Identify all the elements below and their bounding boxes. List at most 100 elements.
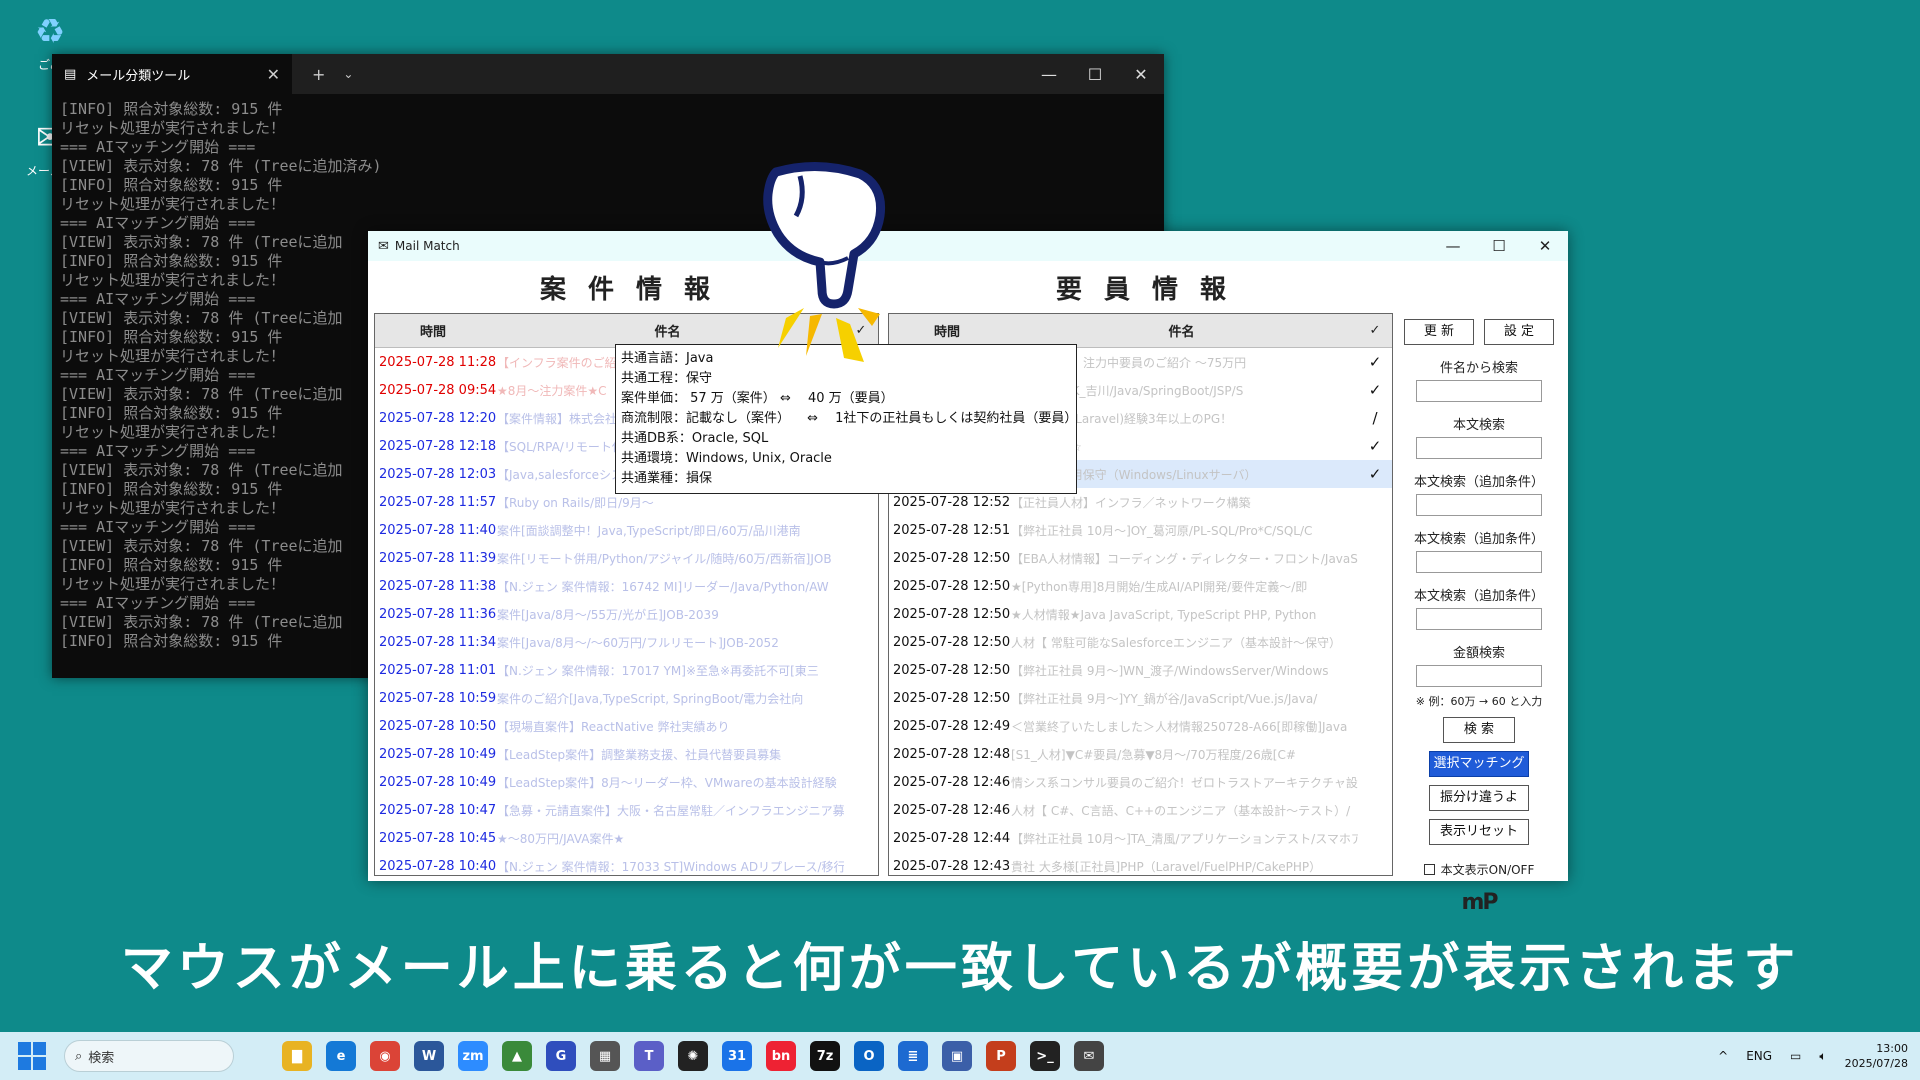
- search-button[interactable]: 検 索: [1443, 717, 1515, 743]
- bn-icon[interactable]: bn: [766, 1041, 796, 1071]
- col-subject[interactable]: 件名: [1005, 321, 1358, 340]
- wrong-sort-button[interactable]: 振分け違うよ: [1429, 785, 1529, 811]
- caption: マウスがメール上に乗ると何が一致しているが概要が表示されます: [120, 939, 1800, 999]
- row-subject: 【EBA人材情報】コーディング・ディレクター・フロント/JavaScript: [1011, 551, 1358, 566]
- checkbox[interactable]: [1423, 864, 1435, 875]
- minimize-button[interactable]: —: [1026, 65, 1072, 84]
- table-row[interactable]: 2025-07-28 11:34 案件[Java/8月～/～60万円/フルリモート…: [375, 628, 878, 656]
- chevron-down-icon[interactable]: ⌄: [343, 67, 353, 81]
- row-time: 2025-07-28 10:49: [379, 746, 497, 762]
- table-row[interactable]: 2025-07-28 10:49 【LeadStep案件】調整業務支援、社員代替要…: [375, 740, 878, 768]
- table-row[interactable]: 2025-07-28 12:46 情シス系コンサル要員のご紹介！ゼロトラストアーキ…: [889, 768, 1392, 796]
- body-extra-label-3: 本文検索（追加条件）: [1413, 589, 1544, 604]
- table-row[interactable]: 2025-07-28 10:40 【N.ジェン 案件情報：17033 ST]Win…: [375, 852, 878, 875]
- table-row[interactable]: 2025-07-28 10:45 ★～80万円/JAVA案件★: [375, 824, 878, 852]
- table-row[interactable]: 2025-07-28 12:48 [S1_人材]▼C#要員/急募▼8月～/70万程…: [889, 740, 1392, 768]
- table-row[interactable]: 2025-07-28 12:51 【弊社正社員 10月～]OY_葛河原/PL-SQ…: [889, 516, 1392, 544]
- table-row[interactable]: 2025-07-28 11:38 【N.ジェン 案件情報：16742 MI]リーダ…: [375, 572, 878, 600]
- reset-view-button[interactable]: 表示リセット: [1429, 819, 1529, 845]
- table-row[interactable]: 2025-07-28 12:50 【弊社正社員 9月～]WN_渡子/Windows…: [889, 656, 1392, 684]
- terminal-line: リセット処理が実行されました！: [60, 195, 286, 213]
- body-extra-input-3[interactable]: [1416, 608, 1542, 630]
- table-row[interactable]: 2025-07-28 12:50 【弊社正社員 9月～]YY_鍋が谷/JavaSc…: [889, 684, 1392, 712]
- table-row[interactable]: 2025-07-28 10:59 案件のご紹介[Java,TypeScript, …: [375, 684, 878, 712]
- maximize-button[interactable]: ☐: [1072, 65, 1118, 84]
- taskbar: ⌕ 検索 ▇ e ◉ Wzm ▲ G ▦ T ✺ 31 bn 7z O ≣ ▣ P >_ ✉ ^ ENG ▭ 🔈︎…: [0, 1032, 1920, 1080]
- system-tray: ^ ENG ▭ 🔈︎ 13:00 2025/07/28: [1718, 1032, 1908, 1080]
- terminal-line: [VIEW] 表示対象: 78 件 (Treeに追加済み): [60, 157, 382, 175]
- row-time: 2025-07-28 10:49: [379, 774, 497, 790]
- windows-start-icon[interactable]: [18, 1042, 46, 1070]
- col-time[interactable]: 時間: [375, 321, 491, 340]
- edge-icon[interactable]: e: [326, 1041, 356, 1071]
- refresh-button[interactable]: 更 新: [1404, 319, 1474, 345]
- chrome-icon[interactable]: ◉: [370, 1041, 400, 1071]
- network-icon[interactable]: ▭: [1790, 1049, 1801, 1063]
- close-button[interactable]: ✕: [1522, 237, 1568, 255]
- calculator-icon[interactable]: ▦: [590, 1041, 620, 1071]
- terminal-icon[interactable]: >_: [1030, 1041, 1060, 1071]
- table-row[interactable]: 2025-07-28 12:49 ＜営業終了いたしました＞人材情報250728-A…: [889, 712, 1392, 740]
- taskbar-search[interactable]: ⌕ 検索: [64, 1040, 234, 1072]
- close-button[interactable]: ✕: [1118, 65, 1164, 84]
- close-tab-icon[interactable]: ✕: [267, 65, 280, 84]
- calendar-icon[interactable]: 31: [722, 1041, 752, 1071]
- word-icon[interactable]: W: [414, 1041, 444, 1071]
- game-icon[interactable]: ▲: [502, 1041, 532, 1071]
- body-toggle[interactable]: 本文表示ON/OFF: [1404, 861, 1554, 878]
- clock-date: 2025/07/28: [1844, 1057, 1908, 1070]
- row-time: 2025-07-28 10:50: [379, 718, 497, 734]
- 7zip-icon[interactable]: 7z: [810, 1041, 840, 1071]
- select-match-button[interactable]: 選択マッチング: [1429, 751, 1529, 777]
- table-row[interactable]: 2025-07-28 12:50 ★人材情報★Java JavaScript, T…: [889, 600, 1392, 628]
- table-row[interactable]: 2025-07-28 12:50 【EBA人材情報】コーディング・ディレクター・フ…: [889, 544, 1392, 572]
- speaker-icon[interactable]: 🔈︎: [1819, 1049, 1826, 1064]
- row-time: 2025-07-28 11:57: [379, 494, 497, 510]
- file-explorer-icon[interactable]: ▇: [282, 1041, 312, 1071]
- app-logo: mP: [1461, 890, 1498, 915]
- table-row[interactable]: 2025-07-28 10:50 【現場直案件】ReactNative 弊社実績あ…: [375, 712, 878, 740]
- clock[interactable]: 13:00 2025/07/28: [1845, 1041, 1908, 1071]
- row-time: 2025-07-28 12:50: [893, 662, 1011, 678]
- g-app-icon[interactable]: G: [546, 1041, 576, 1071]
- outlook-icon[interactable]: O: [854, 1041, 884, 1071]
- table-row[interactable]: 2025-07-28 12:44 【弊社正社員 10月～]TA_清風/アプリケーシ…: [889, 824, 1392, 852]
- table-row[interactable]: 2025-07-28 11:01 【N.ジェン 案件情報：17017 YM]※至急…: [375, 656, 878, 684]
- mailmatch-icon[interactable]: ✉: [1074, 1041, 1104, 1071]
- table-row[interactable]: 2025-07-28 12:50 ★[Python専用]8月開始/生成AI/API…: [889, 572, 1392, 600]
- row-time: 2025-07-28 12:20: [379, 410, 497, 426]
- table-row[interactable]: 2025-07-28 11:39 案件[リモート併用/Python/アジャイル/随…: [375, 544, 878, 572]
- teams-icon[interactable]: T: [634, 1041, 664, 1071]
- amount-search-input[interactable]: [1416, 665, 1542, 687]
- col-check[interactable]: ✓: [1358, 323, 1392, 338]
- body-search-input[interactable]: [1416, 437, 1542, 459]
- table-row[interactable]: 2025-07-28 10:49 【LeadStep案件】8月～リーダー枠、VMw…: [375, 768, 878, 796]
- table-row[interactable]: 2025-07-28 12:43 貴社 大多様[正社員]PHP（Laravel/F…: [889, 852, 1392, 875]
- settings-button[interactable]: 設 定: [1484, 319, 1554, 345]
- row-time: 2025-07-28 10:59: [379, 690, 497, 706]
- new-tab-button[interactable]: +: [312, 65, 325, 84]
- table-row[interactable]: 2025-07-28 12:46 人材【 C#、C言語、C++のエンジニア（基本設…: [889, 796, 1392, 824]
- chatgpt-icon[interactable]: ✺: [678, 1041, 708, 1071]
- remote-icon[interactable]: ▣: [942, 1041, 972, 1071]
- maximize-button[interactable]: ☐: [1476, 237, 1522, 255]
- language-indicator[interactable]: ENG: [1746, 1049, 1772, 1063]
- terminal-tab[interactable]: ▤ メール分類ツール ✕: [52, 54, 292, 94]
- row-time: 2025-07-28 12:50: [893, 690, 1011, 706]
- table-row[interactable]: 2025-07-28 10:47 【急募・元請直案件】大阪・名古屋常駐／インフラエ…: [375, 796, 878, 824]
- body-extra-input-1[interactable]: [1416, 494, 1542, 516]
- table-row[interactable]: 2025-07-28 12:50 人材【 常駐可能なSalesforceエンジニア…: [889, 628, 1392, 656]
- row-time: 2025-07-28 12:50: [893, 634, 1011, 650]
- row-subject: 【弊社正社員 10月～]OY_葛河原/PL-SQL/Pro*C/SQL/C: [1011, 523, 1313, 538]
- subject-search-input[interactable]: [1416, 380, 1542, 402]
- zoom-icon[interactable]: zm: [458, 1041, 488, 1071]
- row-subject: 【現場直案件】ReactNative 弊社実績あり: [497, 719, 730, 734]
- chevron-up-icon[interactable]: ^: [1718, 1049, 1728, 1063]
- powerpoint-icon[interactable]: P: [986, 1041, 1016, 1071]
- body-extra-input-2[interactable]: [1416, 551, 1542, 573]
- table-row[interactable]: 2025-07-28 11:36 案件[Java/8月～/55万/光が丘]JOB-…: [375, 600, 878, 628]
- notepad-icon[interactable]: ≣: [898, 1041, 928, 1071]
- table-row[interactable]: 2025-07-28 11:40 案件[面談調整中！Java,TypeScript…: [375, 516, 878, 544]
- minimize-button[interactable]: —: [1430, 237, 1476, 255]
- row-time: 2025-07-28 11:39: [379, 550, 497, 566]
